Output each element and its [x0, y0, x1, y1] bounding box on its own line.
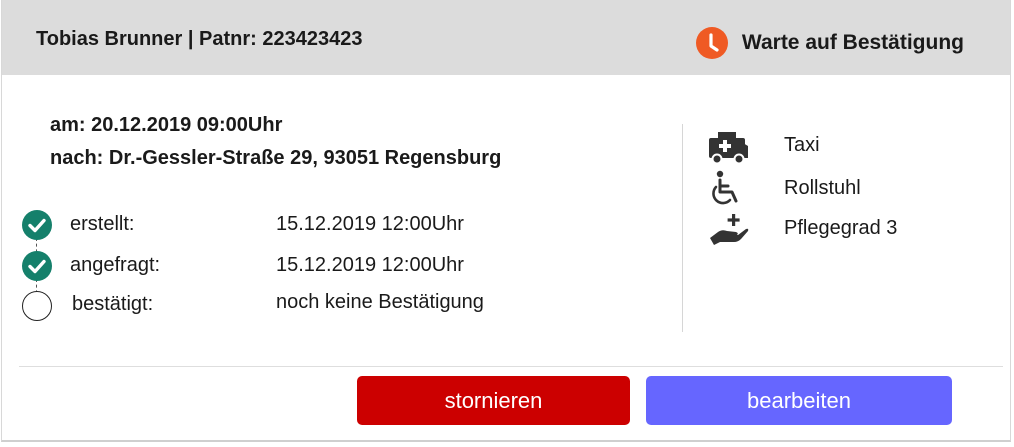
clock-icon [695, 27, 728, 59]
patient-info: Tobias Brunner | Patnr: 223423423 [36, 28, 363, 50]
feature-transport-type: Taxi [708, 130, 820, 166]
step-label: angefragt: [70, 254, 161, 276]
step-label: erstellt: [70, 213, 135, 235]
status-label: Warte auf Bestätigung [741, 31, 964, 54]
feature-label: Taxi [784, 134, 820, 156]
status-indicator: Warte auf Bestätigung [695, 27, 964, 59]
wheelchair-icon [708, 170, 752, 206]
ambulance-icon [708, 130, 752, 166]
transport-request-card: Tobias Brunner | Patnr: 223423423 Warte … [1, 0, 1011, 442]
appointment-datetime: am: 20.12.2019 09:00Uhr [50, 114, 283, 136]
step-label: bestätigt: [72, 293, 154, 315]
empty-circle-icon [22, 291, 52, 321]
check-circle-icon [22, 251, 52, 281]
step-value: noch keine Bestätigung [276, 291, 484, 313]
cancel-button[interactable]: stornieren [357, 376, 630, 425]
feature-label: Rollstuhl [784, 177, 861, 199]
vertical-divider [682, 124, 683, 332]
check-circle-icon [22, 210, 52, 240]
feature-mobility: Rollstuhl [708, 170, 861, 206]
card-header: Tobias Brunner | Patnr: 223423423 Warte … [2, 0, 1010, 75]
feature-label: Pflegegrad 3 [784, 217, 898, 239]
edit-button[interactable]: bearbeiten [646, 376, 952, 425]
feature-care-level: Pflegegrad 3 [708, 212, 897, 248]
horizontal-divider [19, 366, 1003, 367]
care-hand-icon [708, 212, 752, 248]
step-value: 15.12.2019 12:00Uhr [276, 254, 464, 276]
appointment-destination: nach: Dr.-Gessler-Straße 29, 93051 Regen… [50, 147, 502, 169]
step-value: 15.12.2019 12:00Uhr [276, 213, 464, 235]
